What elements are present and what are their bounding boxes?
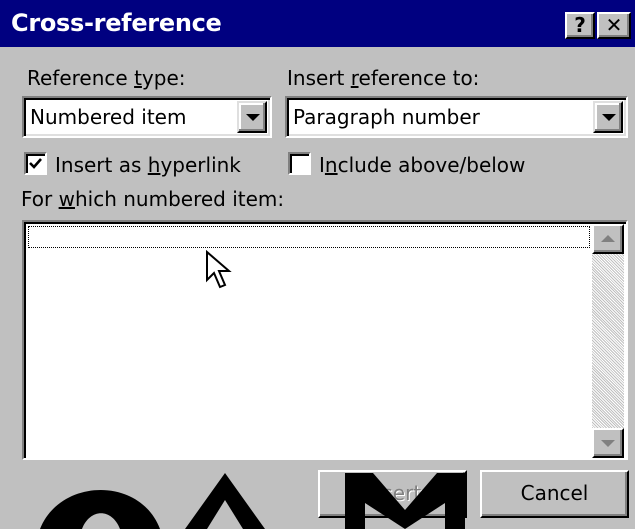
scroll-up-arrow-icon xyxy=(601,235,615,242)
insert-reference-to-label: Insert reference to: xyxy=(287,66,480,90)
cancel-button[interactable]: Cancel xyxy=(480,470,629,518)
insert-reference-to-value: Paragraph number xyxy=(293,105,480,129)
chevron-down-icon xyxy=(602,114,616,121)
list-focus-item[interactable] xyxy=(28,226,590,248)
numbered-item-listbox[interactable] xyxy=(22,220,628,460)
insert-reference-to-dropdown[interactable]: Paragraph number xyxy=(285,96,628,138)
include-above-below-checkbox[interactable] xyxy=(288,152,311,175)
scroll-down-arrow-icon xyxy=(601,440,615,447)
reference-type-label: Reference type: xyxy=(27,66,186,90)
scroll-down-button[interactable] xyxy=(592,428,624,458)
checkmark-icon xyxy=(29,158,42,169)
for-which-numbered-item-label: For which numbered item: xyxy=(21,187,285,211)
chevron-down-icon xyxy=(246,114,260,121)
insert-button[interactable]: Insert xyxy=(318,470,467,518)
mouse-pointer-icon xyxy=(206,250,232,289)
title-bar: Cross-reference ? ✕ xyxy=(0,0,635,47)
vertical-scrollbar[interactable] xyxy=(592,224,624,458)
close-button[interactable]: ✕ xyxy=(597,12,631,39)
insert-reference-to-dropdown-arrow[interactable] xyxy=(593,101,623,133)
reference-type-value: Numbered item xyxy=(30,105,187,129)
scroll-up-button[interactable] xyxy=(592,224,624,254)
include-above-below-label[interactable]: Include above/below xyxy=(319,153,525,177)
reference-type-dropdown-arrow[interactable] xyxy=(237,101,267,133)
insert-as-hyperlink-label[interactable]: Insert as hyperlink xyxy=(55,153,241,177)
window-title: Cross-reference xyxy=(11,9,222,37)
reference-type-dropdown[interactable]: Numbered item xyxy=(22,96,272,138)
insert-as-hyperlink-checkbox[interactable] xyxy=(24,152,47,175)
help-button[interactable]: ? xyxy=(565,12,595,39)
